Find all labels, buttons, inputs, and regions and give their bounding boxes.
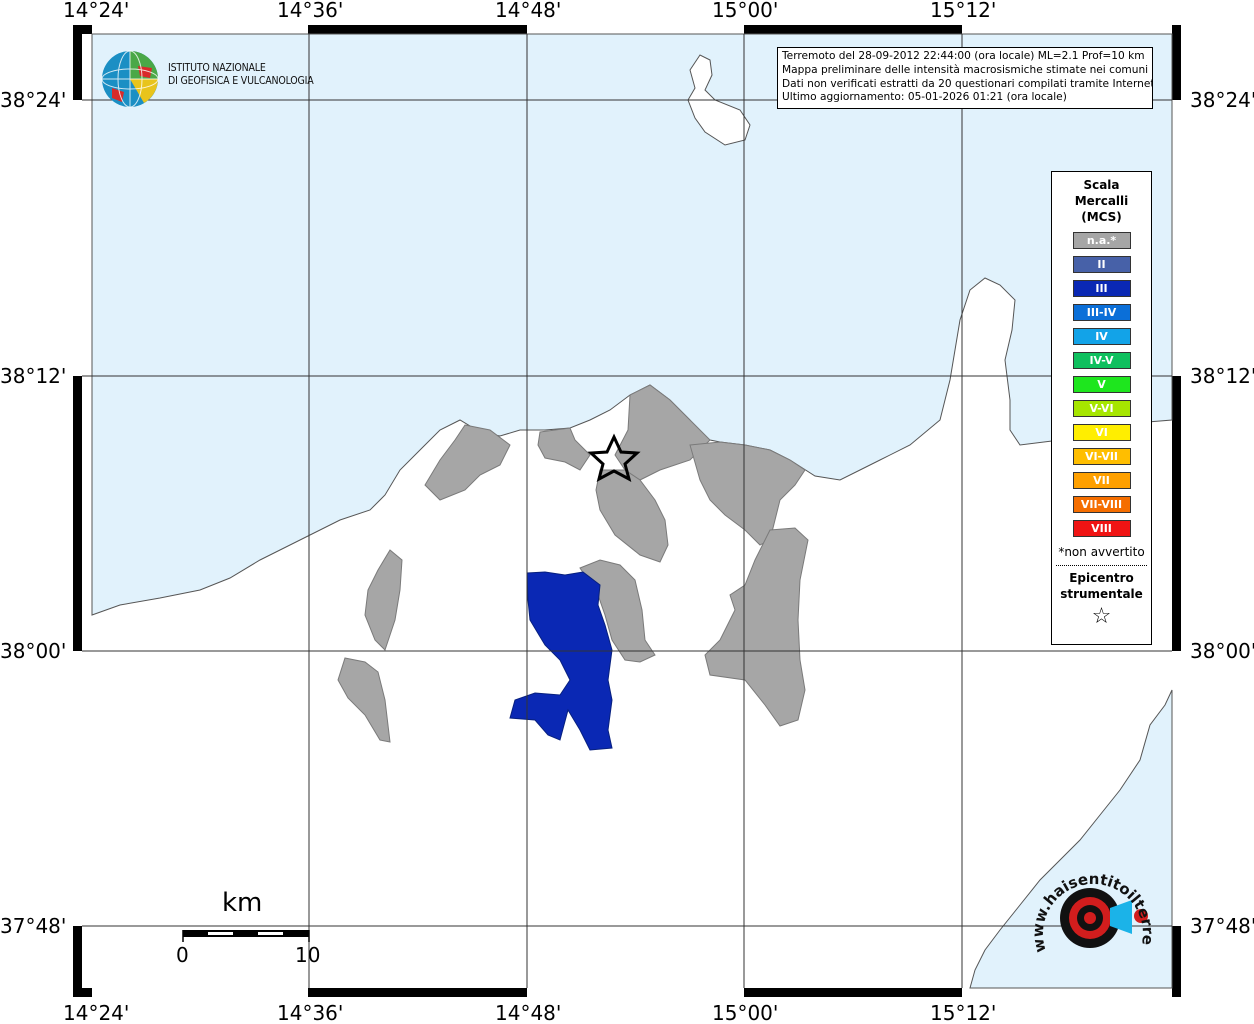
lat-label-right: 38°24' [1190, 88, 1254, 112]
lon-label-bottom: 15°00' [712, 1001, 778, 1024]
event-info-box: Terremoto del 28-09-2012 22:44:00 (ora l… [777, 47, 1153, 109]
haisentito-logo-icon[interactable]: www.haisentitoilterremoto.it [1020, 842, 1158, 976]
event-update: Ultimo aggiornamento: 05-01-2026 01:21 (… [782, 91, 1067, 104]
ingv-globe-icon [101, 50, 159, 108]
mcs-legend: Scala Mercalli (MCS) n.a.* II III III-IV IV I… [1051, 171, 1152, 645]
legend-item: VII [1072, 472, 1131, 489]
legend-item: VI [1072, 424, 1131, 441]
lon-label-bottom: 14°24' [63, 1001, 129, 1024]
legend-item: VII-VIII [1072, 496, 1131, 513]
lat-label-right: 38°00' [1190, 639, 1254, 663]
star-icon: ☆ [1091, 604, 1112, 629]
event-title: Terremoto del 28-09-2012 22:44:00 (ora l… [782, 50, 1145, 62]
legend-item: IV-V [1072, 352, 1131, 369]
legend-item: II [1072, 256, 1131, 273]
lon-label-bottom: 14°48' [495, 1001, 561, 1024]
lat-label-left: 38°00' [0, 639, 66, 663]
lat-label-right: 38°12' [1190, 364, 1254, 388]
lon-label-top: 15°00' [712, 0, 778, 22]
ingv-logo: ISTITUTO NAZIONALE DI GEOFISICA E VULCAN… [100, 48, 320, 112]
scale-max: 10 [295, 943, 321, 967]
lon-label-top: 15°12' [930, 0, 996, 22]
logo-line-2: DI GEOFISICA E VULCANOLOGIA [168, 75, 314, 87]
lat-label-left: 38°12' [0, 364, 66, 388]
lon-label-bottom: 15°12' [930, 1001, 996, 1024]
legend-title: Scala Mercalli (MCS) [1074, 178, 1129, 224]
logo-line-1: ISTITUTO NAZIONALE [168, 62, 266, 74]
legend-item: IV [1072, 328, 1131, 345]
legend-item: VI-VII [1072, 448, 1131, 465]
lat-label-right: 37°48' [1190, 914, 1254, 938]
scale-min: 0 [176, 943, 189, 967]
lat-label-left: 38°24' [0, 88, 66, 112]
event-subtitle: Mappa preliminare delle intensità macros… [782, 63, 1149, 76]
scale-unit: km [222, 888, 263, 918]
legend-item: V-VI [1072, 400, 1131, 417]
legend-item: V [1072, 376, 1131, 393]
legend-item: III-IV [1072, 304, 1131, 321]
lon-label-bottom: 14°36' [277, 1001, 343, 1024]
legend-item: III [1072, 280, 1131, 297]
event-data-note: Dati non verificati estratti da 20 quest… [782, 77, 1153, 90]
legend-item: n.a.* [1072, 232, 1131, 249]
legend-separator [1056, 565, 1147, 566]
lat-label-left: 37°48' [0, 914, 66, 938]
lon-label-top: 14°24' [63, 0, 129, 22]
legend-note: *non avvertito [1058, 545, 1145, 559]
legend-item: VIII [1072, 520, 1131, 537]
lon-label-top: 14°36' [277, 0, 343, 22]
legend-epicenter-label: Epicentro strumentale [1060, 571, 1143, 601]
lon-label-top: 14°48' [495, 0, 561, 22]
legend-items: n.a.* II III III-IV IV IV-V V V-VI VI VI-VII VII VI… [1052, 232, 1151, 537]
